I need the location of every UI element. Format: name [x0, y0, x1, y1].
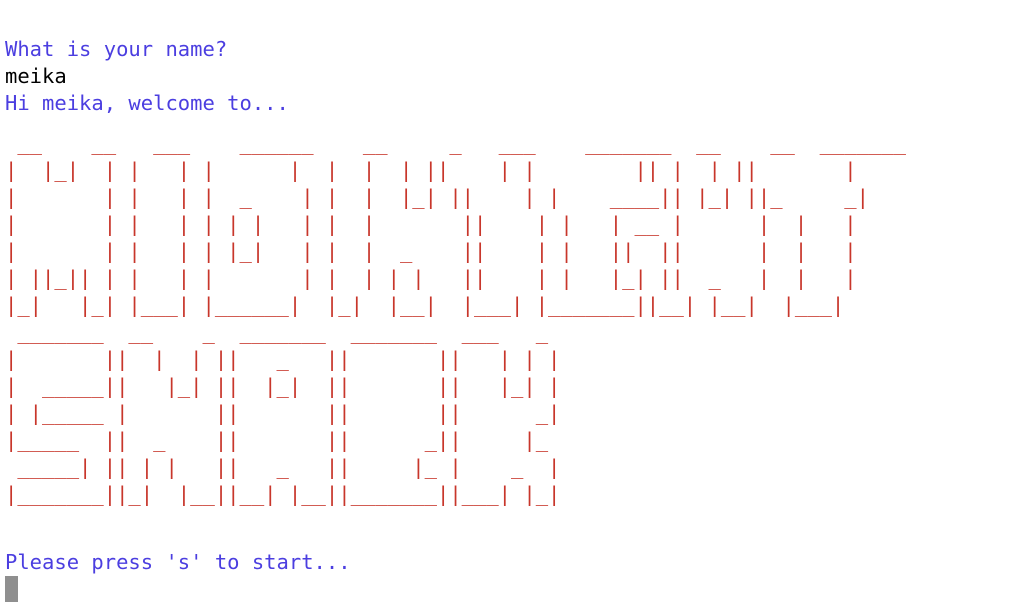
banner-line: | _____|| |_| || |_| || || |_| | — [5, 374, 561, 398]
start-prompt: Please press 's' to start... — [5, 550, 351, 574]
banner-line: |_______||_| |__||__| |__||_______||___|… — [5, 482, 561, 506]
banner-line: |_| |_| |___| |______| |_| |__| |___| |_… — [5, 293, 845, 317]
midnight-snack-banner: __ __ ___ ______ __ _ ___ _______ __ __ … — [5, 130, 1005, 508]
banner-line: _______ __ _ _______ _______ ___ _ — [5, 320, 549, 344]
terminal-window[interactable]: What is your name? meika Hi meika, welco… — [5, 36, 1008, 609]
banner-line: | |_____ | || || || _| — [5, 401, 561, 425]
banner-line: | | | | | | | | | | || | | | __ | | | | — [5, 212, 857, 236]
banner-line: | | | | | |_| | | | _ || | | || || | | | — [5, 239, 857, 263]
greeting-text: Hi meika, welcome to... — [5, 91, 289, 115]
banner-line: | || | | || _ || || | | | — [5, 347, 561, 371]
banner-line: |_____ || _ || || _|| |_ — [5, 428, 549, 452]
name-answer: meika — [5, 64, 67, 88]
text-cursor[interactable] — [5, 576, 18, 602]
banner-line: __ __ ___ ______ __ _ ___ _______ __ __ … — [5, 131, 906, 155]
name-question: What is your name? — [5, 37, 228, 61]
banner-line: | ||_|| | | | | | | | | | || | | |_| || … — [5, 266, 857, 290]
banner-line: | |_| | | | | | | | | || | | || | | || | — [5, 158, 857, 182]
banner-line: _____| || | | || _ || |_ | _ | — [5, 455, 561, 479]
banner-line: | | | | | _ | | | |_| || | | ____|| |_| … — [5, 185, 869, 209]
